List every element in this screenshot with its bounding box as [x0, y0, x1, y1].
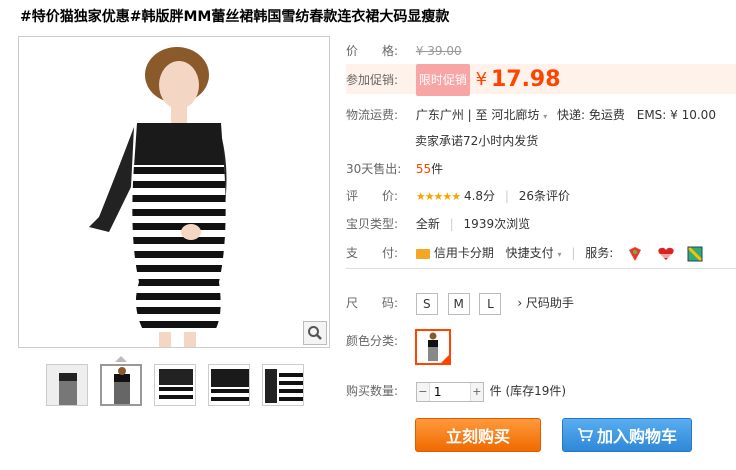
ship-to-sep: | 至	[467, 108, 488, 122]
quantity-stepper: − +	[415, 381, 484, 402]
original-price: ¥ 39.00	[415, 44, 462, 58]
original-price-row: 价 格: ¥ 39.00	[346, 42, 462, 59]
divider-bar: |	[504, 189, 509, 203]
rating-label: 评 价:	[346, 189, 399, 203]
zoom-button[interactable]	[303, 321, 327, 345]
quantity-input[interactable]	[428, 382, 471, 401]
ems-fee: EMS: ¥ 10.00	[636, 108, 716, 122]
sales-count: 55	[415, 162, 432, 176]
stock-info: 件 (库存19件)	[489, 384, 567, 398]
selected-check-icon	[440, 354, 449, 363]
size-label: 尺 码:	[346, 296, 399, 310]
thumbnail-3[interactable]	[154, 364, 196, 406]
divider-bar: |	[571, 246, 576, 260]
buy-now-button[interactable]: 立刻购买	[415, 418, 541, 452]
chevron-down-icon[interactable]: ▾	[543, 112, 547, 121]
divider-bar: |	[449, 217, 454, 231]
chevron-down-icon[interactable]: ▾	[558, 250, 562, 259]
add-to-cart-label: 加入购物车	[596, 427, 677, 446]
rating-score: 4.8分	[463, 189, 496, 203]
product-title: #特价猫独家优惠#韩版胖MM蕾丝裙韩国雪纺春款连衣裙大码显瘦款	[20, 9, 450, 25]
size-helper-link[interactable]: › 尺码助手	[517, 296, 574, 310]
express-fee: 快递: 免运费	[557, 108, 625, 122]
seven-day-return-icon[interactable]	[686, 245, 703, 262]
promo-badge: 限时促销	[415, 64, 470, 96]
thumbnail-strip	[46, 364, 304, 406]
size-option-s[interactable]: S	[415, 292, 438, 315]
thumbnail-selected-indicator	[115, 356, 127, 362]
shipping-label: 物流运费:	[346, 108, 399, 122]
service-label: 服务:	[585, 246, 614, 260]
main-product-image[interactable]	[18, 36, 330, 348]
thumbnail-1[interactable]	[46, 364, 88, 406]
ship-to[interactable]: 河北廊坊	[491, 108, 539, 122]
review-count-link[interactable]: 26条评价	[519, 189, 570, 203]
item-condition: 全新	[415, 217, 440, 231]
quick-pay[interactable]: 快捷支付	[506, 246, 554, 260]
quantity-label: 购买数量:	[346, 384, 399, 398]
sales-row: 30天售出: 55件	[346, 160, 443, 177]
size-option-m[interactable]: M	[447, 292, 470, 315]
view-count: 1939次浏览	[463, 217, 531, 231]
credit-card-icon	[415, 248, 430, 259]
shipping-promise: 卖家承诺72小时内发货	[415, 134, 539, 148]
current-price: 17.98	[490, 67, 561, 92]
sales-label: 30天售出:	[346, 162, 402, 176]
ship-from: 广东广州	[415, 108, 464, 122]
magnifier-icon	[308, 326, 322, 340]
thumbnail-2[interactable]	[100, 364, 142, 406]
color-option-selected[interactable]	[415, 329, 451, 365]
decrease-button[interactable]: −	[416, 382, 429, 401]
promo-price-row: 参加促销: 限时促销 ¥ 17.98	[346, 64, 736, 96]
payment-row: 支 付: 信用卡分期 快捷支付 ▾ | 服务:	[346, 244, 703, 262]
size-row: 尺 码: S M L › 尺码助手	[346, 292, 574, 315]
dress-model-illustration	[19, 37, 329, 347]
shopping-cart-icon	[577, 428, 593, 442]
increase-button[interactable]: +	[470, 382, 483, 401]
type-row: 宝贝类型: 全新 | 1939次浏览	[346, 215, 530, 232]
add-to-cart-button[interactable]: 加入购物车	[562, 418, 692, 452]
thumbnail-4[interactable]	[208, 364, 250, 406]
thumbnail-5[interactable]	[262, 364, 304, 406]
sales-unit: 件	[431, 162, 444, 176]
size-option-l[interactable]: L	[479, 292, 502, 315]
rating-row: 评 价: ★★★★★ 4.8分 | 26条评价	[346, 187, 570, 204]
credit-installment[interactable]: 信用卡分期	[434, 246, 494, 260]
section-divider	[346, 268, 736, 269]
quantity-row: 购买数量: − + 件 (库存19件)	[346, 380, 566, 402]
type-label: 宝贝类型:	[346, 217, 399, 231]
shipping-row: 物流运费: 广东广州 | 至 河北廊坊 ▾ 快递: 免运费 EMS: ¥ 10.…	[346, 106, 716, 123]
rating-stars-icon: ★★★★★	[415, 190, 461, 203]
currency-symbol: ¥	[475, 69, 488, 90]
payment-label: 支 付:	[346, 246, 399, 260]
color-row: 颜色分类:	[346, 332, 412, 349]
heart-return-icon[interactable]	[657, 246, 674, 262]
quality-guarantee-icon[interactable]	[627, 246, 643, 262]
promo-label: 参加促销:	[346, 72, 399, 87]
price-label: 价 格:	[346, 44, 399, 58]
color-label: 颜色分类:	[346, 334, 399, 348]
